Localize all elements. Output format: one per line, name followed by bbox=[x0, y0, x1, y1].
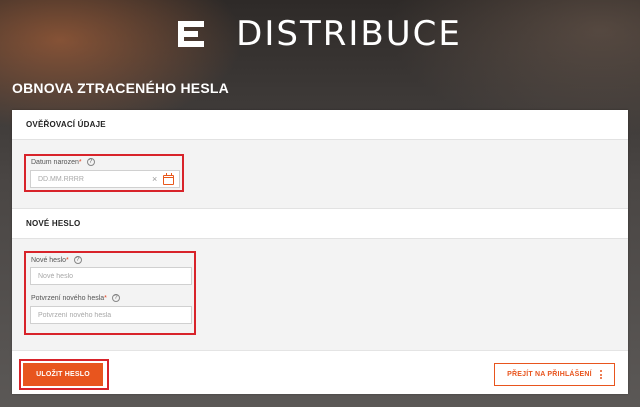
brand-name: DISTRIBUCE bbox=[236, 14, 462, 54]
birth-date-label: Datum narozen * ? bbox=[31, 158, 95, 166]
birth-date-input[interactable] bbox=[30, 170, 180, 188]
page-title: OBNOVA ZTRACENÉHO HESLA bbox=[12, 80, 229, 96]
confirm-password-label-text: Potvrzení nového hesla bbox=[31, 294, 105, 302]
more-icon bbox=[599, 370, 602, 379]
help-icon[interactable]: ? bbox=[111, 294, 120, 302]
password-reset-card: OVĚŘOVACÍ ÚDAJE Datum narozen* ? × NOVÉ … bbox=[12, 110, 628, 394]
calendar-icon[interactable] bbox=[163, 173, 174, 185]
required-mark: * bbox=[78, 158, 82, 166]
clear-icon[interactable]: × bbox=[152, 174, 157, 184]
section-title-new-password: NOVÉ HESLO bbox=[12, 208, 628, 239]
go-to-login-button[interactable]: PŘEJÍT NA PŘIHLÁŠENÍ bbox=[494, 363, 615, 386]
form-footer: ULOŽIT HESLO PŘEJÍT NA PŘIHLÁŠENÍ bbox=[12, 350, 628, 394]
help-icon[interactable]: ? bbox=[86, 158, 95, 166]
brand-header: DISTRIBUCE bbox=[0, 0, 640, 68]
new-password-label: Nové heslo * ? bbox=[31, 256, 82, 264]
help-icon[interactable]: ? bbox=[73, 256, 82, 264]
new-password-label-text: Nové heslo bbox=[31, 256, 67, 264]
birth-date-label-text: Datum narozen bbox=[31, 158, 79, 166]
required-mark: * bbox=[66, 256, 69, 264]
save-password-button[interactable]: ULOŽIT HESLO bbox=[23, 363, 103, 386]
confirm-password-label: Potvrzení nového hesla * ? bbox=[31, 294, 120, 302]
e-logo-icon bbox=[178, 21, 205, 47]
go-to-login-label: PŘEJÍT NA PŘIHLÁŠENÍ bbox=[507, 371, 592, 378]
confirm-password-input[interactable] bbox=[30, 306, 192, 324]
required-mark: * bbox=[104, 294, 107, 302]
new-password-input[interactable] bbox=[30, 267, 192, 285]
section-title-verification: OVĚŘOVACÍ ÚDAJE bbox=[12, 110, 628, 140]
